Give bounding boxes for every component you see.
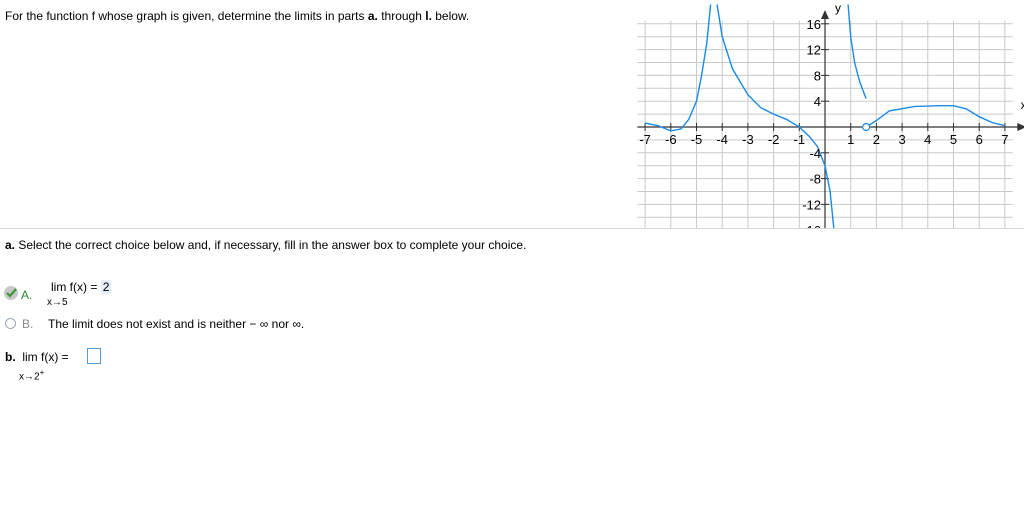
y-tick-label: -12 [802,197,821,212]
x-tick-label: -4 [716,132,728,147]
x-tick-label: 6 [976,132,983,147]
choice-a-value: 2 [100,280,112,294]
y-tick-label: 12 [807,43,821,58]
part-b-subscript: x→2+ [19,368,45,383]
x-tick-label: 2 [873,132,880,147]
x-tick-label: 3 [898,132,905,147]
choice-a-limit: lim f(x) = 2 [51,280,112,294]
y-tick-label: 16 [807,17,821,32]
section-divider [0,228,1024,229]
choice-a-subscript: x→5 [47,297,68,308]
correct-check-icon [4,286,18,300]
y-tick-label: -4 [809,146,821,161]
part-b-limit: b. lim f(x) = [5,350,69,364]
x-tick-label: 1 [847,132,854,147]
open-circle-point [862,122,871,132]
choice-b-letter[interactable]: B. [22,317,33,331]
x-axis-arrow [1017,123,1024,131]
curve-branch-right [865,105,1006,128]
y-axis-label: y [835,1,841,15]
x-tick-label: -6 [665,132,677,147]
x-tick-label: 5 [950,132,957,147]
choice-b-radio[interactable] [5,318,16,329]
x-tick-label: 4 [924,132,931,147]
x-axis-label: x [1021,98,1024,112]
y-tick-label: 4 [814,94,821,109]
curve-branch-middle [716,4,835,228]
x-tick-label: -2 [768,132,780,147]
y-tick-label: -8 [809,172,821,187]
part-b-answer-box[interactable] [87,348,101,364]
x-tick-label: -1 [794,132,806,147]
function-graph: -7-6-5-4-3-2-11234567161284-4-8-12-16xy [637,1,1024,228]
choice-a-letter: A. [21,288,33,302]
y-axis-arrow [821,10,829,20]
y-tick-label: 8 [814,68,821,83]
problem-statement: For the function f whose graph is given,… [5,9,470,23]
x-tick-label: -7 [639,132,651,147]
x-tick-label: 7 [1001,132,1008,147]
x-tick-label: -5 [691,132,703,147]
part-a-prompt: a. Select the correct choice below and, … [5,238,527,252]
choice-b-text[interactable]: The limit does not exist and is neither … [48,317,304,331]
x-tick-label: -3 [742,132,754,147]
